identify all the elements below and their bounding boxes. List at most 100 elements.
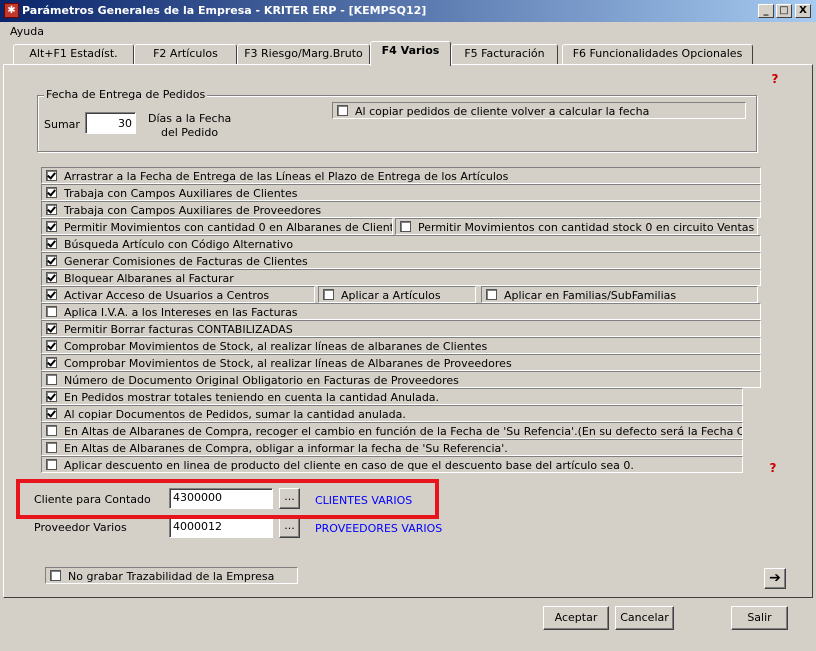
bloquear-albaranes-checkbox[interactable]: Bloquear Albaranes al Facturar bbox=[41, 269, 761, 286]
acceso-centros-check[interactable] bbox=[46, 289, 57, 300]
aplicar-articulos-checkbox[interactable]: Aplicar a Artículos bbox=[318, 286, 476, 303]
stock-albaranes-clientes-check[interactable] bbox=[46, 340, 57, 351]
busqueda-alternativo-label: Búsqueda Artículo con Código Alternativo bbox=[64, 238, 294, 251]
highlight-box bbox=[16, 479, 439, 519]
aceptar-button[interactable]: Aceptar bbox=[543, 606, 609, 630]
comisiones-facturas-checkbox[interactable]: Generar Comisiones de Facturas de Client… bbox=[41, 252, 761, 269]
trazabilidad-label: No grabar Trazabilidad de la Empresa bbox=[68, 570, 275, 583]
window-title: Parámetros Generales de la Empresa - KRI… bbox=[22, 4, 427, 17]
cambio-fecha-referencia-check[interactable] bbox=[46, 425, 57, 436]
permitir-ns-check[interactable] bbox=[400, 221, 411, 232]
recalc-fecha-check[interactable] bbox=[337, 105, 348, 116]
obligar-fecha-referencia-label: En Altas de Albaranes de Compra, obligar… bbox=[64, 442, 508, 455]
aux-proveedores-label: Trabaja con Campos Auxiliares de Proveed… bbox=[64, 204, 322, 217]
tab-funcionalidades[interactable]: F6 Funcionalidades Opcionales bbox=[562, 44, 753, 65]
num-doc-original-checkbox[interactable]: Número de Documento Original Obligatorio… bbox=[41, 371, 761, 388]
recalc-fecha-label: Al copiar pedidos de cliente volver a ca… bbox=[355, 105, 650, 118]
borrar-facturas-label: Permitir Borrar facturas CONTABILIZADAS bbox=[64, 323, 293, 336]
aplicar-familias-check[interactable] bbox=[486, 289, 497, 300]
cambio-fecha-referencia-label: En Altas de Albaranes de Compra, recoger… bbox=[64, 425, 743, 438]
comisiones-facturas-label: Generar Comisiones de Facturas de Client… bbox=[64, 255, 308, 268]
tab-articulos[interactable]: F2 Artículos bbox=[134, 44, 237, 65]
minimize-button[interactable]: _ bbox=[758, 4, 774, 18]
cambio-fecha-referencia-checkbox[interactable]: En Altas de Albaranes de Compra, recoger… bbox=[41, 422, 743, 439]
mov-cero-clientes-checkbox[interactable]: Permitir Movimientos con cantidad 0 en A… bbox=[41, 218, 393, 235]
aux-clientes-check[interactable] bbox=[46, 187, 57, 198]
mov-cero-clientes-label: Permitir Movimientos con cantidad 0 en A… bbox=[64, 221, 393, 234]
salir-button[interactable]: Salir bbox=[731, 606, 788, 630]
dias-label-line2: del Pedido bbox=[161, 126, 219, 139]
trazabilidad-check[interactable] bbox=[50, 570, 61, 581]
title-bar: ✱ Parámetros Generales de la Empresa - K… bbox=[0, 0, 816, 22]
iva-intereses-check[interactable] bbox=[46, 306, 57, 317]
menu-bar: Ayuda bbox=[0, 22, 816, 40]
pedidos-totales-anulada-check[interactable] bbox=[46, 391, 57, 402]
fecha-entrega-group: Fecha de Entrega de Pedidos Sumar 30 Día… bbox=[37, 88, 757, 152]
aplicar-familias-label: Aplicar en Familias/SubFamilias bbox=[504, 289, 677, 302]
iva-intereses-checkbox[interactable]: Aplica I.V.A. a los Intereses en las Fac… bbox=[41, 303, 761, 320]
proveedor-varios-label: Proveedor Varios bbox=[34, 521, 127, 534]
aplicar-articulos-label: Aplicar a Artículos bbox=[341, 289, 441, 302]
permitir-ns-checkbox[interactable]: Permitir Movimientos con cantidad stock … bbox=[395, 218, 758, 235]
aux-proveedores-check[interactable] bbox=[46, 204, 57, 215]
obligar-fecha-referencia-check[interactable] bbox=[46, 442, 57, 453]
stock-albaranes-proveedores-label: Comprobar Movimientos de Stock, al reali… bbox=[64, 357, 512, 370]
sumar-dias-input[interactable]: 30 bbox=[85, 112, 136, 134]
proveedor-varios-name: PROVEEDORES VARIOS bbox=[315, 522, 443, 535]
arrastrar-fecha-check[interactable] bbox=[46, 170, 57, 181]
help-icon[interactable]: ? bbox=[768, 72, 782, 86]
aplicar-articulos-check[interactable] bbox=[323, 289, 334, 300]
copiar-pedidos-anulada-check[interactable] bbox=[46, 408, 57, 419]
arrastrar-fecha-checkbox[interactable]: Arrastrar a la Fecha de Entrega de las L… bbox=[41, 167, 761, 184]
num-doc-original-label: Número de Documento Original Obligatorio… bbox=[64, 374, 459, 387]
copiar-pedidos-anulada-checkbox[interactable]: Al copiar Documentos de Pedidos, sumar l… bbox=[41, 405, 743, 422]
tab-facturacion[interactable]: F5 Facturación bbox=[451, 44, 558, 65]
borrar-facturas-checkbox[interactable]: Permitir Borrar facturas CONTABILIZADAS bbox=[41, 320, 761, 337]
tab-riesgo[interactable]: F3 Riesgo/Marg.Bruto bbox=[237, 44, 370, 65]
pedidos-totales-anulada-checkbox[interactable]: En Pedidos mostrar totales teniendo en c… bbox=[41, 388, 743, 405]
stock-albaranes-clientes-label: Comprobar Movimientos de Stock, al reali… bbox=[64, 340, 488, 353]
proveedor-lookup-button[interactable]: ... bbox=[279, 517, 300, 538]
close-button[interactable]: X bbox=[795, 4, 811, 18]
bloquear-albaranes-label: Bloquear Albaranes al Facturar bbox=[64, 272, 234, 285]
stock-albaranes-clientes-checkbox[interactable]: Comprobar Movimientos de Stock, al reali… bbox=[41, 337, 761, 354]
aux-clientes-checkbox[interactable]: Trabaja con Campos Auxiliares de Cliente… bbox=[41, 184, 761, 201]
acceso-centros-checkbox[interactable]: Activar Acceso de Usuarios a Centros bbox=[41, 286, 315, 303]
descuento-linea-check[interactable] bbox=[46, 459, 57, 470]
trazabilidad-checkbox[interactable]: No grabar Trazabilidad de la Empresa bbox=[45, 567, 298, 584]
arrastrar-fecha-label: Arrastrar a la Fecha de Entrega de las L… bbox=[64, 170, 509, 183]
descuento-linea-label: Aplicar descuento en linea de producto d… bbox=[64, 459, 634, 472]
aplicar-familias-checkbox[interactable]: Aplicar en Familias/SubFamilias bbox=[481, 286, 758, 303]
help-icon-descuento[interactable]: ? bbox=[766, 461, 780, 475]
busqueda-alternativo-checkbox[interactable]: Búsqueda Artículo con Código Alternativo bbox=[41, 235, 761, 252]
acceso-centros-label: Activar Acceso de Usuarios a Centros bbox=[64, 289, 270, 302]
next-arrow-button[interactable]: ➔ bbox=[764, 568, 786, 589]
tab-varios[interactable]: F4 Varios bbox=[370, 41, 451, 66]
busqueda-alternativo-check[interactable] bbox=[46, 238, 57, 249]
stock-albaranes-proveedores-checkbox[interactable]: Comprobar Movimientos de Stock, al reali… bbox=[41, 354, 761, 371]
pedidos-totales-anulada-label: En Pedidos mostrar totales teniendo en c… bbox=[64, 391, 440, 404]
aux-proveedores-checkbox[interactable]: Trabaja con Campos Auxiliares de Proveed… bbox=[41, 201, 761, 218]
mov-cero-clientes-check[interactable] bbox=[46, 221, 57, 232]
proveedor-varios-input[interactable]: 4000012 bbox=[169, 517, 273, 538]
fecha-entrega-legend: Fecha de Entrega de Pedidos bbox=[44, 88, 208, 101]
comisiones-facturas-check[interactable] bbox=[46, 255, 57, 266]
tab-estadisticas[interactable]: Alt+F1 Estadíst. bbox=[13, 44, 134, 65]
bloquear-albaranes-check[interactable] bbox=[46, 272, 57, 283]
recalc-fecha-checkbox[interactable]: Al copiar pedidos de cliente volver a ca… bbox=[332, 102, 746, 119]
descuento-linea-checkbox[interactable]: Aplicar descuento en linea de producto d… bbox=[41, 456, 743, 473]
obligar-fecha-referencia-checkbox[interactable]: En Altas de Albaranes de Compra, obligar… bbox=[41, 439, 743, 456]
aux-clientes-label: Trabaja con Campos Auxiliares de Cliente… bbox=[64, 187, 298, 200]
app-icon: ✱ bbox=[4, 3, 19, 18]
iva-intereses-label: Aplica I.V.A. a los Intereses en las Fac… bbox=[64, 306, 298, 319]
borrar-facturas-check[interactable] bbox=[46, 323, 57, 334]
sumar-label: Sumar bbox=[44, 118, 80, 131]
copiar-pedidos-anulada-label: Al copiar Documentos de Pedidos, sumar l… bbox=[64, 408, 406, 421]
cancelar-button[interactable]: Cancelar bbox=[615, 606, 674, 630]
dias-label-line1: Días a la Fecha bbox=[148, 112, 232, 125]
menu-ayuda[interactable]: Ayuda bbox=[10, 25, 44, 38]
stock-albaranes-proveedores-check[interactable] bbox=[46, 357, 57, 368]
maximize-button[interactable]: □ bbox=[776, 4, 792, 18]
num-doc-original-check[interactable] bbox=[46, 374, 57, 385]
permitir-ns-label: Permitir Movimientos con cantidad stock … bbox=[418, 221, 757, 234]
